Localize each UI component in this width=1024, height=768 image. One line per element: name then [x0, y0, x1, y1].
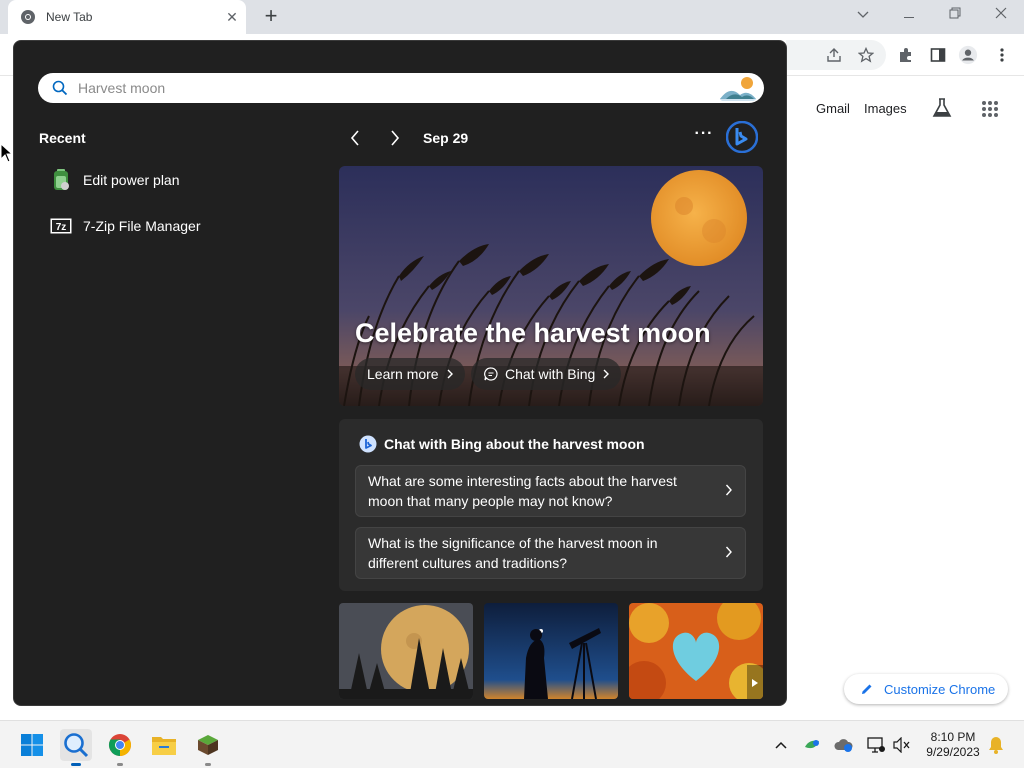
- chat-with-bing-card: Chat with Bing about the harvest moon Wh…: [339, 419, 763, 591]
- minimize-button[interactable]: [886, 0, 932, 30]
- chevron-right-icon: [391, 130, 400, 146]
- notification-bell-icon[interactable]: [986, 735, 1006, 755]
- chat-with-bing-button[interactable]: Chat with Bing: [471, 358, 622, 390]
- search-box[interactable]: [38, 73, 764, 103]
- running-indicator: [117, 763, 123, 766]
- bookmark-star-icon[interactable]: [856, 45, 876, 65]
- tab-strip: New Tab ✕ +: [0, 0, 1024, 34]
- harvest-moon-hero-card[interactable]: Celebrate the harvest moon Learn more Ch…: [339, 166, 763, 406]
- recent-heading: Recent: [39, 130, 86, 146]
- highlight-date: Sep 29: [423, 130, 469, 146]
- 7zip-icon: 7z: [49, 214, 73, 238]
- close-window-button[interactable]: [978, 0, 1024, 30]
- svg-text:7z: 7z: [56, 222, 67, 233]
- customize-chrome-button[interactable]: Customize Chrome: [844, 674, 1008, 704]
- chat-bubble-icon: [484, 367, 498, 381]
- restore-button[interactable]: [932, 0, 978, 30]
- volume-muted-icon[interactable]: [892, 735, 912, 755]
- windows-start-icon: [21, 734, 43, 756]
- bing-chat-icon: [359, 435, 377, 453]
- file-explorer-icon: [152, 737, 176, 755]
- previous-day-button[interactable]: [344, 127, 366, 149]
- thumbnail-autumn-heart[interactable]: [629, 603, 763, 699]
- chrome-icon: [109, 734, 131, 756]
- share-icon[interactable]: [824, 45, 844, 65]
- taskbar-chrome-button[interactable]: [104, 729, 136, 766]
- chevron-right-icon: [725, 546, 732, 558]
- moon-over-trees-image: [339, 603, 473, 699]
- learn-more-label: Learn more: [367, 366, 439, 382]
- show-hidden-icons-chevron-icon[interactable]: [771, 735, 791, 755]
- mouse-cursor-icon: [0, 143, 12, 163]
- labs-flask-icon[interactable]: [931, 97, 953, 124]
- hero-title: Celebrate the harvest moon: [355, 318, 711, 348]
- clock-time: 8:10 PM: [930, 730, 976, 744]
- learn-more-button[interactable]: Learn more: [355, 358, 465, 390]
- more-options-button[interactable]: ···: [692, 125, 716, 149]
- start-button[interactable]: [16, 729, 48, 761]
- tab-search-chevron-icon[interactable]: [840, 0, 886, 30]
- google-apps-icon[interactable]: [981, 100, 999, 123]
- recent-item-power-plan[interactable]: Edit power plan: [49, 165, 180, 195]
- clock-date: 9/29/2023: [926, 745, 980, 759]
- next-day-button[interactable]: [384, 127, 406, 149]
- running-indicator: [205, 763, 211, 766]
- stargazer-telescope-image: [484, 603, 618, 699]
- gmail-link[interactable]: Gmail: [816, 101, 850, 116]
- chrome-favicon-icon: [21, 10, 35, 24]
- chat-suggestion-text: What is the significance of the harvest …: [368, 535, 658, 571]
- images-link[interactable]: Images: [864, 101, 907, 116]
- thumbnail-moon-trees[interactable]: [339, 603, 473, 699]
- tab-close-icon[interactable]: ✕: [218, 9, 246, 26]
- recent-item-label: 7-Zip File Manager: [83, 218, 201, 234]
- chat-suggestion-text: What are some interesting facts about th…: [368, 473, 677, 509]
- profile-avatar-icon[interactable]: [958, 45, 978, 65]
- thumbnail-telescope[interactable]: [484, 603, 618, 699]
- chat-suggestion[interactable]: What is the significance of the harvest …: [355, 527, 746, 579]
- bing-logo-icon[interactable]: [726, 121, 758, 153]
- chat-suggestion[interactable]: What are some interesting facts about th…: [355, 465, 746, 517]
- chevron-right-icon: [447, 369, 453, 379]
- taskbar-minecraft-button[interactable]: [192, 729, 224, 766]
- taskbar-file-explorer-button[interactable]: [148, 729, 180, 761]
- search-highlight-art-icon: [720, 77, 756, 101]
- chevron-left-icon: [350, 130, 359, 146]
- search-input[interactable]: [78, 80, 718, 96]
- minecraft-icon: [198, 735, 218, 755]
- chrome-menu-icon[interactable]: [992, 45, 1012, 65]
- search-icon: [64, 733, 89, 758]
- tab-title: New Tab: [46, 10, 93, 24]
- network-icon[interactable]: [866, 735, 886, 755]
- customize-label: Customize Chrome: [884, 681, 996, 697]
- active-indicator: [71, 763, 81, 766]
- pencil-icon: [862, 684, 872, 694]
- chat-card-title: Chat with Bing about the harvest moon: [359, 435, 645, 453]
- chevron-right-icon: [725, 484, 732, 496]
- extensions-icon[interactable]: [896, 45, 916, 65]
- chat-with-bing-label: Chat with Bing: [505, 366, 596, 382]
- new-tab-button[interactable]: +: [258, 4, 284, 30]
- recent-item-7zip[interactable]: 7z 7-Zip File Manager: [49, 211, 201, 241]
- chat-card-title-text: Chat with Bing about the harvest moon: [384, 436, 645, 452]
- tray-app-icon[interactable]: [802, 735, 822, 755]
- onedrive-status-icon[interactable]: [834, 735, 854, 755]
- taskbar-clock[interactable]: 8:10 PM 9/29/2023: [920, 730, 986, 760]
- autumn-heart-sky-image: [629, 603, 763, 699]
- windows-search-flyout: Recent Edit power plan 7z 7-Zip File Man…: [13, 40, 787, 706]
- search-icon: [52, 80, 68, 96]
- tab-new-tab[interactable]: New Tab ✕: [8, 0, 246, 34]
- taskbar: 8:10 PM 9/29/2023: [0, 720, 1024, 768]
- taskbar-search-button[interactable]: [60, 729, 92, 766]
- battery-settings-icon: [49, 168, 73, 192]
- chevron-right-icon: [603, 369, 610, 379]
- side-panel-icon[interactable]: [928, 45, 948, 65]
- recent-item-label: Edit power plan: [83, 172, 180, 188]
